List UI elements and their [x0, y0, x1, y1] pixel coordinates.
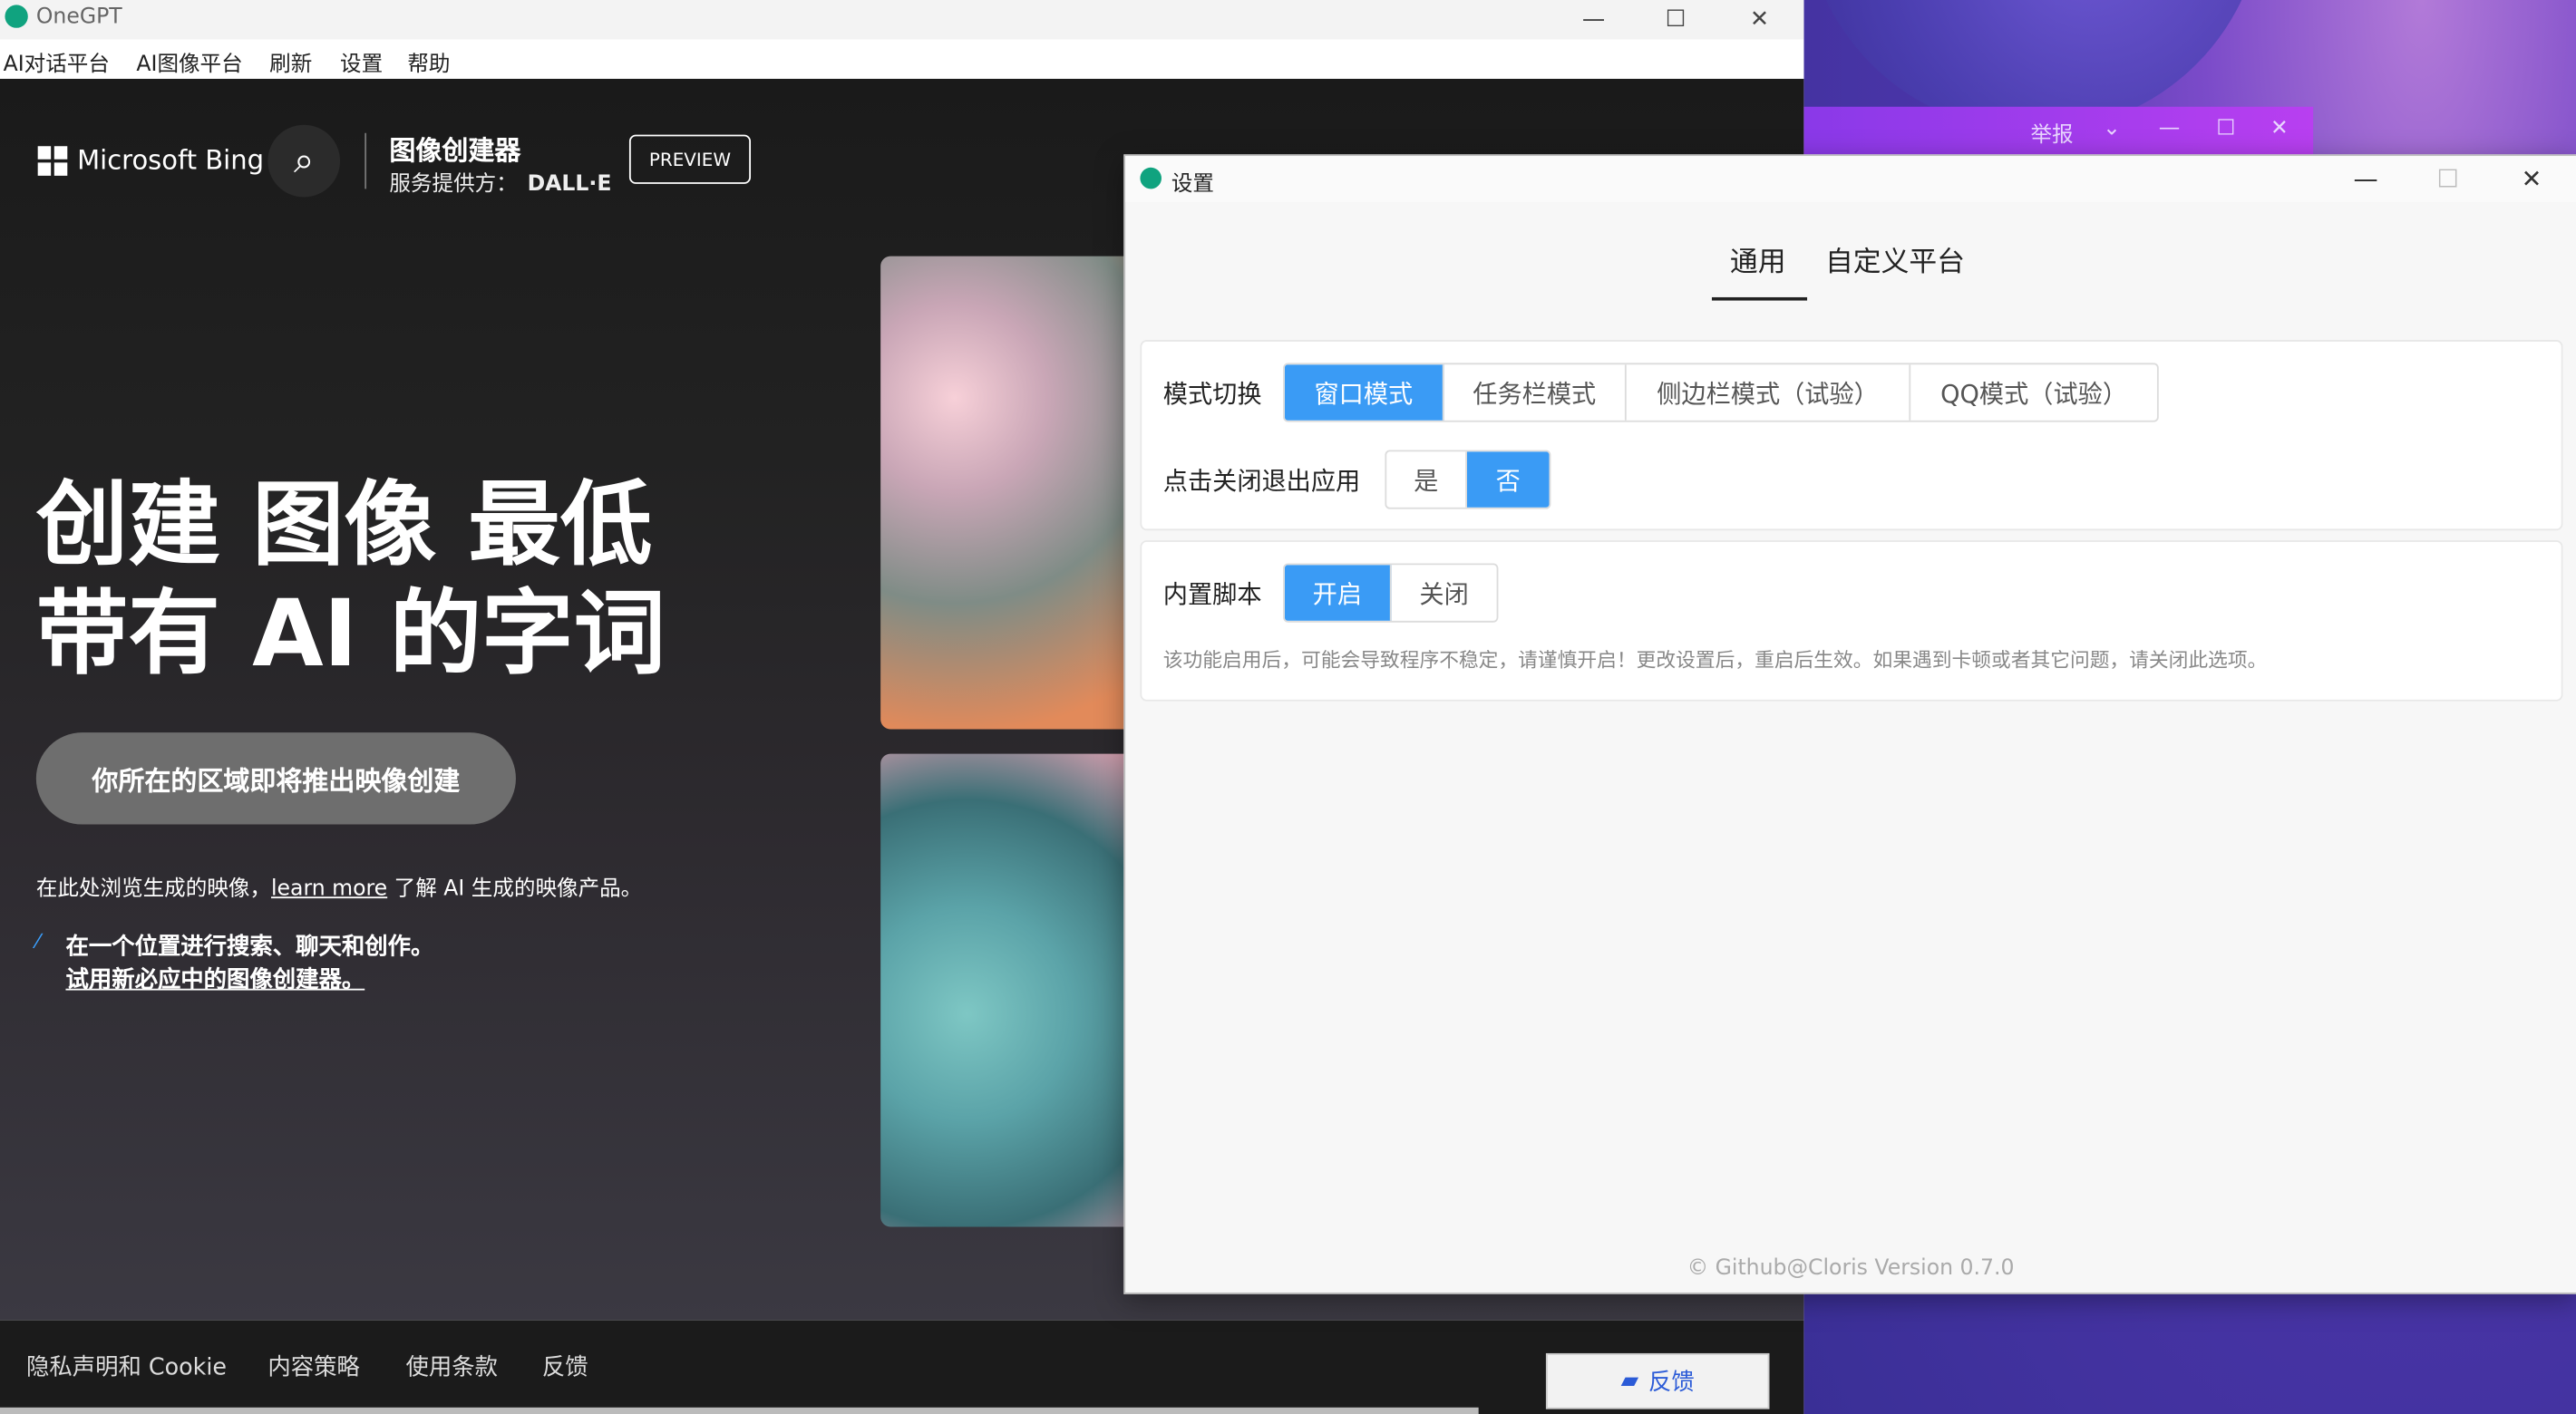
- search-icon[interactable]: ⌕: [267, 124, 341, 198]
- sample-image-lotus-pond[interactable]: [880, 753, 1127, 1227]
- settings-title: 设置: [1171, 172, 1214, 198]
- try-image-creator-link[interactable]: 试用新必应中的图像创建器。: [65, 963, 365, 995]
- version-footer: © Github@Cloris Version 0.7.0: [1687, 1256, 2015, 1282]
- feedback-button[interactable]: ▰ 反馈: [1545, 1352, 1770, 1409]
- settings-dialog: 设置 — ☐ ✕ 通用 自定义平台 模式切换 窗口模式 任务栏模式 侧边栏模式（…: [1123, 154, 2576, 1294]
- chevron-down-icon[interactable]: ⌄: [2103, 117, 2121, 141]
- mode-option-window[interactable]: 窗口模式: [1284, 364, 1444, 421]
- hero-heading: 创建 图像 最低 带有 AI 的字词: [36, 473, 666, 690]
- close-exit-option-yes[interactable]: 是: [1386, 451, 1467, 508]
- openai-logo-icon: [1140, 167, 1162, 189]
- close-icon[interactable]: ✕: [2270, 117, 2289, 141]
- script-option-off[interactable]: 关闭: [1392, 565, 1497, 621]
- hero-line-1: 创建 图像 最低: [35, 472, 653, 580]
- close-exit-option-no[interactable]: 否: [1466, 451, 1550, 508]
- maximize-button[interactable]: ☐: [1637, 0, 1716, 39]
- hero-line-2: 带有 AI 的字词: [35, 581, 666, 689]
- menu-refresh[interactable]: 刷新: [269, 46, 312, 77]
- script-segmented-control: 开启 关闭: [1283, 563, 1499, 623]
- menu-bar: AI对话平台 AI图像平台 刷新 设置 帮助: [0, 39, 1804, 81]
- menu-ai-image[interactable]: AI图像平台: [136, 46, 242, 77]
- maximize-icon[interactable]: ☐: [2216, 117, 2235, 141]
- region-coming-soon-button[interactable]: 你所在的区域即将推出映像创建: [35, 732, 516, 825]
- mode-option-qq[interactable]: QQ模式（试验）: [1910, 364, 2157, 421]
- script-label: 内置脚本: [1162, 579, 1262, 610]
- window-title: OneGPT: [35, 5, 122, 30]
- browse-prefix: 在此处浏览生成的映像，: [35, 876, 271, 902]
- script-settings-card: 内置脚本 开启 关闭 该功能启用后，可能会导致程序不稳定，请谨慎开启！更改设置后…: [1140, 540, 2563, 702]
- script-warning-note: 该功能启用后，可能会导致程序不稳定，请谨慎开启！更改设置后，重启后生效。如果遇到…: [1162, 648, 2268, 673]
- close-button[interactable]: ✕: [1720, 0, 1799, 39]
- browse-text: 在此处浏览生成的映像，learn more 了解 AI 生成的映像产品。: [35, 870, 643, 902]
- learn-more-link[interactable]: learn more: [271, 877, 387, 902]
- creator-title: 图像创建器: [389, 134, 521, 166]
- tab-general[interactable]: 通用: [1730, 238, 1786, 279]
- settings-close-button[interactable]: ✕: [2491, 156, 2573, 202]
- close-exit-label: 点击关闭退出应用: [1162, 466, 1361, 497]
- footer-feedback-link[interactable]: 反馈: [542, 1350, 588, 1382]
- window-titlebar: OneGPT — ☐ ✕: [0, 0, 1804, 40]
- bing-brand[interactable]: Microsoft Bing: [77, 144, 264, 175]
- preview-badge: PREVIEW: [628, 134, 752, 184]
- sparkle-icon: ⁄: [35, 929, 40, 953]
- mode-option-sidebar[interactable]: 侧边栏模式（试验）: [1627, 364, 1911, 421]
- general-settings-card: 模式切换 窗口模式 任务栏模式 侧边栏模式（试验） QQ模式（试验） 点击关闭退…: [1140, 340, 2563, 531]
- menu-help[interactable]: 帮助: [407, 46, 450, 77]
- footer-content-policy-link[interactable]: 内容策略: [267, 1350, 359, 1382]
- minimize-button[interactable]: —: [1554, 0, 1633, 39]
- footer-privacy-link[interactable]: 隐私声明和 Cookie: [26, 1350, 227, 1382]
- provider-label: 服务提供方：: [389, 172, 518, 198]
- header-divider: [365, 132, 367, 189]
- chat-bubble-icon: ▰: [1620, 1368, 1639, 1395]
- background-window-titlebar: 举报 ⌄ — ☐ ✕: [1803, 106, 2314, 157]
- minimize-icon[interactable]: —: [2159, 117, 2181, 141]
- footer-terms-link[interactable]: 使用条款: [406, 1350, 498, 1382]
- sample-image-glitter[interactable]: [880, 256, 1127, 730]
- menu-ai-chat[interactable]: AI对话平台: [4, 46, 110, 77]
- settings-minimize-button[interactable]: —: [2325, 156, 2407, 202]
- screen: 举报 ⌄ — ☐ ✕ OneGPT — ☐ ✕ AI对话平台 AI图像平台 刷新…: [0, 0, 2576, 1414]
- close-exit-segmented-control: 是 否: [1385, 450, 1551, 509]
- microsoft-logo-icon[interactable]: [37, 146, 68, 176]
- settings-maximize-button: ☐: [2436, 164, 2459, 194]
- mode-option-taskbar[interactable]: 任务栏模式: [1444, 364, 1627, 421]
- active-tab-indicator: [1711, 296, 1808, 301]
- script-option-on[interactable]: 开启: [1284, 565, 1392, 621]
- feedback-button-label: 反馈: [1648, 1370, 1695, 1397]
- bing-footer: 隐私声明和 Cookie 内容策略 使用条款 反馈 ▰ 反馈: [0, 1320, 1804, 1414]
- mode-segmented-control: 窗口模式 任务栏模式 侧边栏模式（试验） QQ模式（试验）: [1283, 363, 2159, 422]
- tab-custom-platform[interactable]: 自定义平台: [1825, 238, 1965, 279]
- openai-logo-icon: [5, 5, 28, 28]
- settings-titlebar: 设置 — ☐ ✕: [1125, 156, 2576, 202]
- menu-settings[interactable]: 设置: [340, 46, 383, 77]
- provider-line: 服务提供方： DALL·E: [389, 166, 611, 197]
- report-link[interactable]: 举报: [2030, 117, 2073, 148]
- tip-line-1: 在一个位置进行搜索、聊天和创作。: [65, 934, 434, 961]
- browse-suffix: 了解 AI 生成的映像产品。: [387, 876, 643, 902]
- provider-name: DALL·E: [527, 172, 612, 198]
- mode-label: 模式切换: [1162, 379, 1262, 410]
- horizontal-scrollbar[interactable]: [0, 1407, 1479, 1414]
